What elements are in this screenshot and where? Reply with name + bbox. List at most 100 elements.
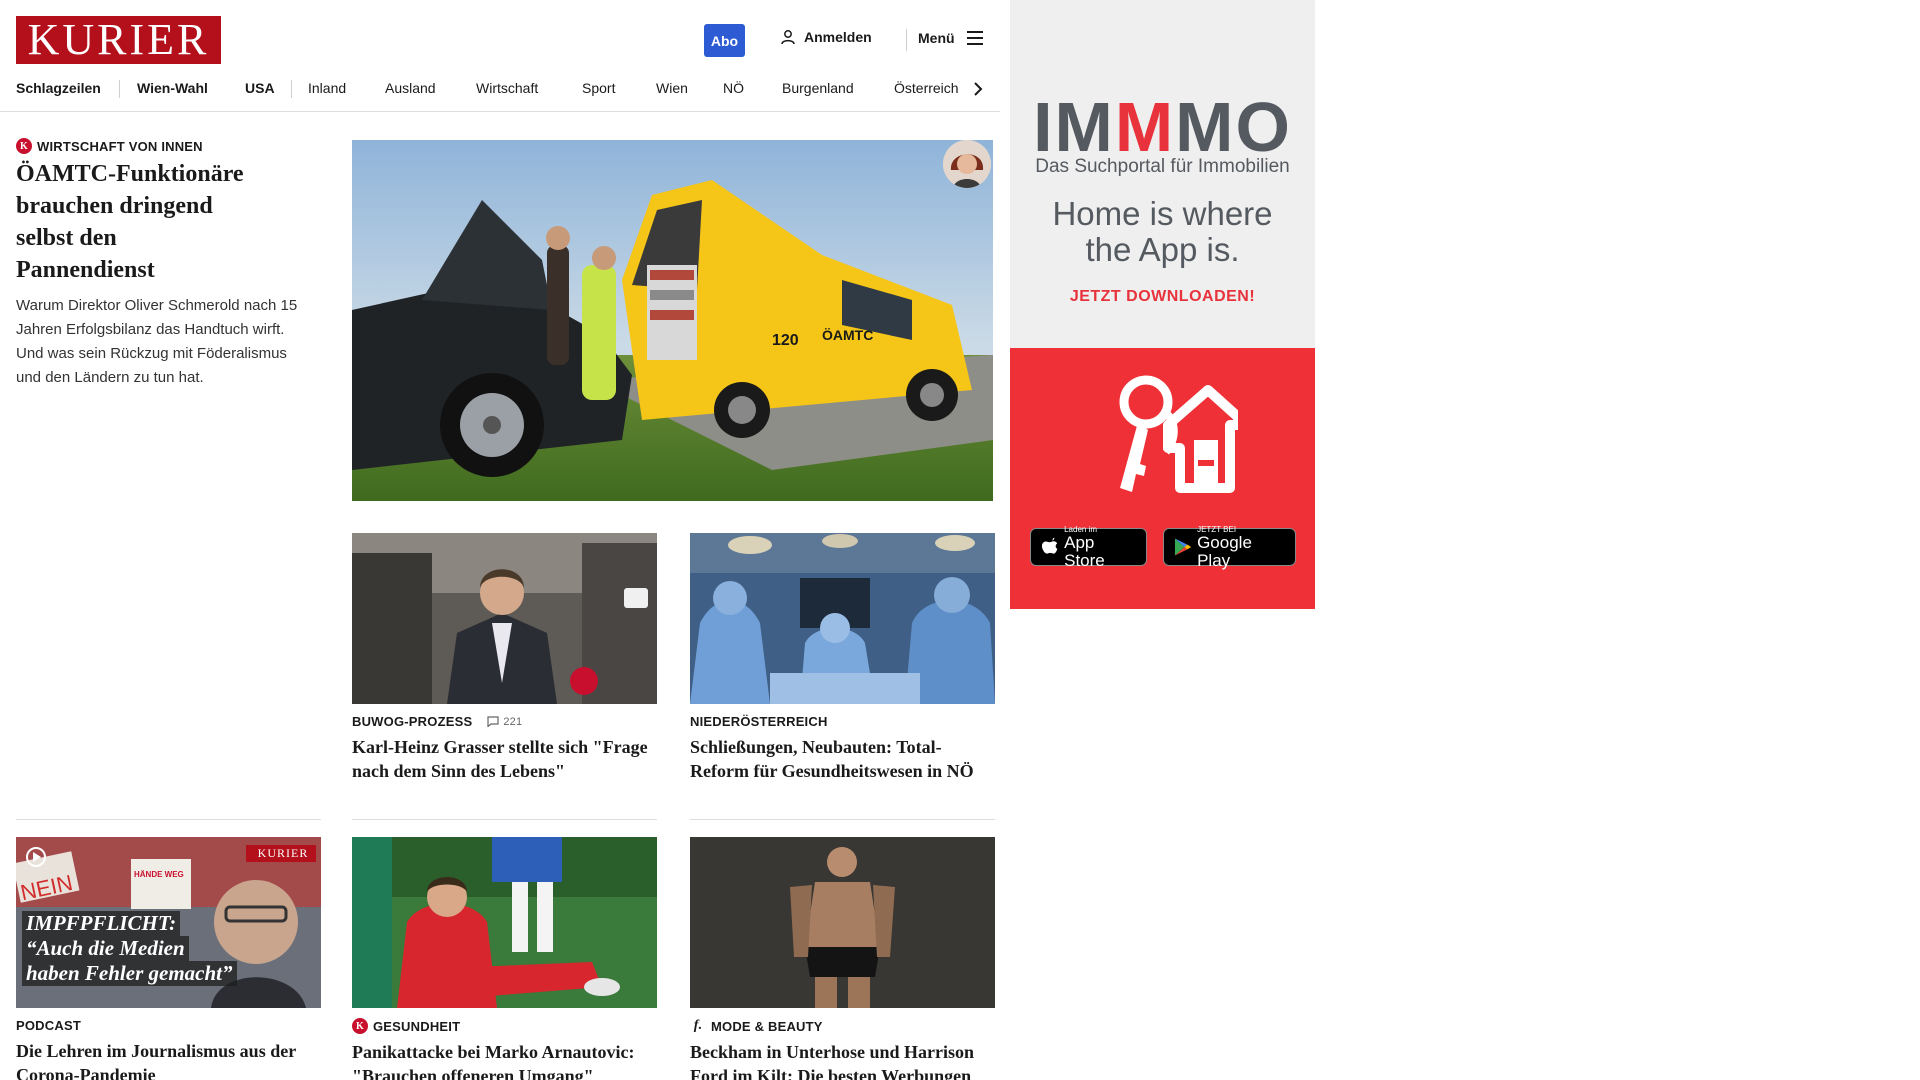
van-brand-text: ÖAMTC: [822, 327, 873, 343]
row-divider: [690, 819, 995, 820]
ad-bottom-panel: Laden im App Store JETZT BEI Google Play: [1010, 348, 1315, 609]
ad-subtitle: Das Suchportal für Immobilien: [1035, 156, 1290, 177]
ad-top-panel: IMMMO Das Suchportal für Immobilien Home…: [1010, 0, 1315, 348]
app-store-badge[interactable]: Laden im App Store: [1030, 525, 1147, 569]
header-divider: [906, 29, 907, 51]
lead-article[interactable]: K WIRTSCHAFT VON INNEN ÖAMTC-Funktionäre…: [16, 138, 316, 390]
lead-kicker-text: WIRTSCHAFT VON INNEN: [37, 138, 203, 154]
nav-item-noe[interactable]: NÖ: [723, 80, 744, 96]
comment-count[interactable]: 221: [487, 716, 522, 728]
nav-separator: [119, 80, 120, 98]
nav-item-sport[interactable]: Sport: [582, 80, 615, 96]
nav-item-burgenland[interactable]: Burgenland: [782, 80, 854, 96]
kurier-logo[interactable]: KURIER: [16, 16, 221, 64]
kurier-plus-badge-icon: K: [16, 138, 32, 154]
app-store-text: Laden im App Store: [1064, 525, 1136, 570]
podcast-cover-line1: IMPFPFLICHT:: [22, 911, 181, 936]
surgery-photo: [690, 533, 995, 704]
card-arnautovic-image[interactable]: [352, 837, 657, 1008]
immmo-logo-part: IM: [1033, 88, 1115, 166]
protest-sign-text: HÄNDE WEG: [134, 870, 184, 879]
card-arnautovic-headline[interactable]: Panikattacke bei Marko Arnautovic: "Brau…: [352, 1040, 657, 1080]
kurier-plus-badge-icon: K: [352, 1018, 368, 1034]
podcast-cover-line2: “Auch die Medien: [22, 936, 189, 961]
freizeit-badge-icon: f.: [693, 1018, 703, 1033]
card-noe-image[interactable]: [690, 533, 995, 704]
menu-label: Menü: [918, 30, 955, 46]
nav-item-schlagzeilen[interactable]: Schlagzeilen: [16, 80, 101, 96]
immmo-logo-part: MO: [1175, 88, 1292, 166]
google-play-icon: [1174, 538, 1191, 556]
immmo-advertisement[interactable]: IMMMO Das Suchportal für Immobilien Home…: [1010, 0, 1315, 609]
podcast-cover-brand: KURIER: [257, 846, 309, 860]
main-navigation: Schlagzeilen Wien-Wahl USA Inland Auslan…: [16, 78, 996, 100]
immmo-logo: IMMMO: [1010, 92, 1315, 162]
podcast-cover-line3: haben Fehler gemacht”: [22, 961, 237, 986]
card-podcast-image[interactable]: NEIN HÄNDE WEG KURIER IMPFPFLICHT: “Auch…: [16, 837, 321, 1008]
card-beckham-kicker-text: MODE & BEAUTY: [711, 1018, 823, 1034]
card-noe-kicker-text: NIEDERÖSTERREICH: [690, 714, 828, 729]
nav-item-inland[interactable]: Inland: [308, 80, 346, 96]
card-noe-headline[interactable]: Schließungen, Neubauten: Total-Reform fü…: [690, 735, 995, 783]
ad-download-link[interactable]: JETZT DOWNLOADEN!: [1010, 288, 1315, 306]
podcast-cover-title: IMPFPFLICHT: “Auch die Medien haben Fehl…: [22, 911, 237, 986]
card-podcast-headline[interactable]: Die Lehren im Journalismus aus der Coron…: [16, 1039, 321, 1080]
login-button[interactable]: Anmelden: [780, 29, 872, 45]
apple-icon: [1041, 537, 1058, 554]
key-house-icon: [1119, 375, 1238, 493]
football-photo: [352, 837, 657, 1008]
card-beckham-headline[interactable]: Beckham in Unterhose und Harrison Ford i…: [690, 1040, 995, 1080]
card-arnautovic-kicker: K GESUNDHEIT: [352, 1018, 657, 1034]
podcast-play-icon[interactable]: [24, 845, 48, 869]
comment-icon: [487, 716, 499, 727]
ad-claim: Home is where the App is.: [1010, 196, 1315, 268]
user-icon: [781, 30, 795, 45]
google-play-badge[interactable]: JETZT BEI Google Play: [1163, 525, 1296, 569]
row-divider: [16, 819, 321, 820]
abo-button[interactable]: Abo: [704, 24, 745, 57]
card-arnautovic-kicker-text: GESUNDHEIT: [373, 1018, 461, 1034]
lead-teaser: Warum Direktor Oliver Schmerold nach 15 …: [16, 297, 298, 386]
immmo-logo-red-m: M: [1114, 88, 1176, 166]
nav-item-ausland[interactable]: Ausland: [385, 80, 436, 96]
card-arnautovic[interactable]: K GESUNDHEIT Panikattacke bei Marko Arna…: [352, 1018, 657, 1080]
nav-item-oesterreich[interactable]: Österreich: [894, 80, 959, 96]
lead-headline[interactable]: ÖAMTC-Funktionäre brauchen dringend selb…: [16, 158, 256, 286]
ad-claim-line2: the App is.: [1085, 231, 1240, 268]
card-beckham[interactable]: f. MODE & BEAUTY Beckham in Unterhose un…: [690, 1018, 995, 1080]
lead-hero-image[interactable]: 120 ÖAMTC: [352, 140, 993, 501]
author-avatar[interactable]: [943, 140, 991, 188]
card-grasser[interactable]: BUWOG-PROZESS 221 Karl-Heinz Grasser ste…: [352, 714, 657, 783]
comment-count-value: 221: [503, 715, 523, 728]
breakdown-scene-image: 120 ÖAMTC: [352, 140, 993, 501]
nav-item-wien-wahl[interactable]: Wien-Wahl: [137, 80, 208, 96]
row-divider: [352, 819, 657, 820]
card-beckham-image[interactable]: [690, 837, 995, 1008]
card-grasser-kicker: BUWOG-PROZESS 221: [352, 714, 657, 729]
card-grasser-kicker-text: BUWOG-PROZESS: [352, 714, 473, 729]
menu-button[interactable]: Menü: [918, 30, 983, 46]
card-podcast[interactable]: PODCAST Die Lehren im Journalismus aus d…: [16, 1018, 321, 1080]
lead-kicker: K WIRTSCHAFT VON INNEN: [16, 138, 316, 154]
nav-scroll-right-button[interactable]: [968, 78, 988, 100]
advertising-photo: [690, 837, 995, 1008]
site-header: KURIER Abo Anmelden Menü Schlagzeilen Wi…: [0, 0, 1000, 112]
card-grasser-headline[interactable]: Karl-Heinz Grasser stellte sich "Frage n…: [352, 735, 657, 783]
app-store-big-text: App Store: [1064, 532, 1105, 570]
google-play-text: JETZT BEI Google Play: [1197, 525, 1285, 570]
nav-separator: [291, 80, 292, 98]
nav-item-usa[interactable]: USA: [245, 80, 275, 96]
hamburger-icon: [966, 31, 983, 45]
grasser-photo: [352, 533, 657, 704]
google-play-big-text: Google Play: [1197, 532, 1252, 570]
login-label: Anmelden: [804, 29, 872, 45]
chevron-right-icon: [974, 82, 983, 96]
ad-claim-line1: Home is where: [1052, 195, 1273, 232]
card-podcast-kicker-text: PODCAST: [16, 1018, 81, 1033]
card-noe[interactable]: NIEDERÖSTERREICH Schließungen, Neubauten…: [690, 714, 995, 783]
van-number-text: 120: [772, 332, 799, 349]
card-podcast-kicker: PODCAST: [16, 1018, 321, 1033]
card-grasser-image[interactable]: [352, 533, 657, 704]
nav-item-wirtschaft[interactable]: Wirtschaft: [476, 80, 538, 96]
nav-item-wien[interactable]: Wien: [656, 80, 688, 96]
